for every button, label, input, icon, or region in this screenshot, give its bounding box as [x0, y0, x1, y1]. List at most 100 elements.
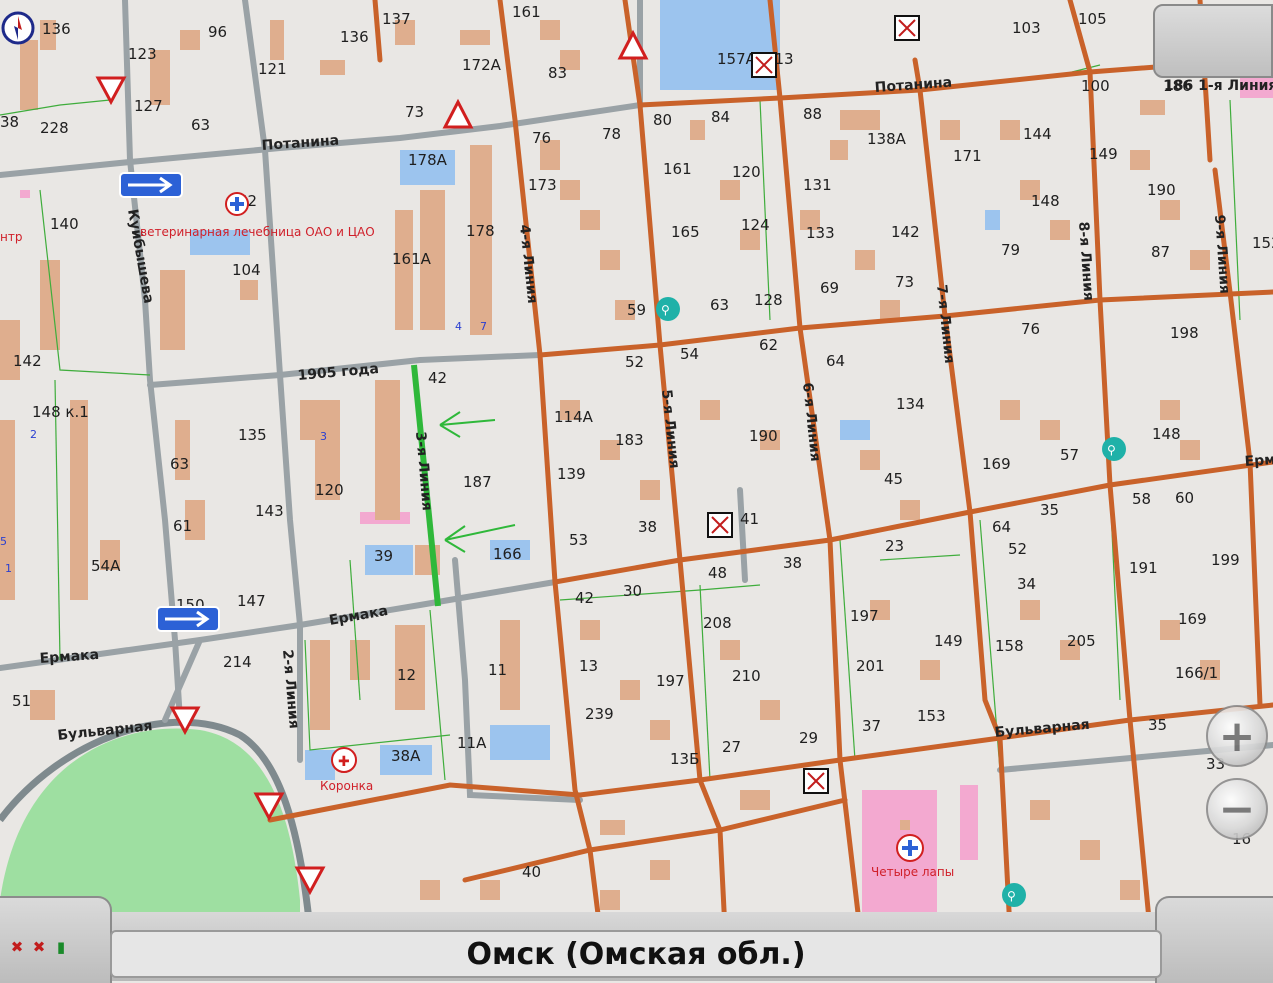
building-block: [720, 180, 740, 200]
house-number: 131: [803, 176, 832, 194]
house-number: 172А: [462, 56, 502, 74]
house-number: 148 к.1: [32, 403, 89, 421]
house-number: 78: [602, 125, 621, 143]
house-number: 27: [722, 738, 741, 756]
building-block: [600, 890, 620, 910]
building-block: [620, 680, 640, 700]
building-block: [270, 20, 284, 60]
entrance-number: 7: [480, 320, 487, 333]
building-block: [310, 640, 330, 730]
building-block: [180, 30, 200, 50]
house-number: 187: [463, 473, 492, 491]
house-number: 62: [759, 336, 778, 354]
pharmacy-cross-icon: [896, 834, 924, 862]
building-block: [900, 820, 910, 830]
building-block: [0, 320, 20, 380]
house-number: 158: [995, 637, 1024, 655]
house-number: 165: [671, 223, 700, 241]
zoom-out-button[interactable]: −: [1206, 778, 1268, 840]
house-number: 30: [623, 582, 642, 600]
house-number: 124: [741, 216, 770, 234]
house-number: 214: [223, 653, 252, 671]
building-block: [1130, 150, 1150, 170]
house-number: 100: [1081, 77, 1110, 95]
building-block: [460, 30, 490, 45]
house-number: 186: [1163, 77, 1192, 95]
house-number: 59: [627, 301, 646, 319]
house-number: 140: [50, 215, 79, 233]
building-block: [350, 640, 370, 680]
building-block: [700, 400, 720, 420]
building-block: [470, 145, 492, 335]
house-number: 121: [258, 60, 287, 78]
building-block: [650, 720, 670, 740]
building-block: [1160, 620, 1180, 640]
house-number: 41: [740, 510, 759, 528]
poi-label-vet: ветеринарная лечебница ОАО и ЦАО: [140, 225, 375, 239]
house-number: 63: [170, 455, 189, 473]
house-number: 34: [1017, 575, 1036, 593]
building-block: [880, 300, 900, 320]
house-number: 63: [191, 116, 210, 134]
house-number: 58: [1132, 490, 1151, 508]
building-block: [70, 400, 88, 600]
house-number: 139: [557, 465, 586, 483]
house-number: 96: [208, 23, 227, 41]
house-number: 40: [522, 863, 541, 881]
building-block: [540, 20, 560, 40]
house-number: 61: [173, 517, 192, 535]
building-block: [650, 860, 670, 880]
top-right-panel-button[interactable]: [1153, 4, 1273, 78]
house-number: 138А: [867, 130, 907, 148]
building-block: [1000, 120, 1020, 140]
house-number: 149: [934, 632, 963, 650]
house-number: 35: [1148, 716, 1167, 734]
entrance-number: 4: [455, 320, 462, 333]
house-number: 114А: [554, 408, 594, 426]
building-block: [1180, 440, 1200, 460]
building-block: [900, 500, 920, 520]
pharmacy-cross-icon: [225, 192, 249, 216]
building-block: [690, 120, 705, 140]
building-block: [1120, 880, 1140, 900]
house-number: 143: [255, 502, 284, 520]
house-number: 147: [237, 592, 266, 610]
house-number: 13Б: [670, 750, 699, 768]
building-block: [1140, 100, 1165, 115]
compass-icon[interactable]: [1, 11, 35, 45]
house-number: 205: [1067, 632, 1096, 650]
building-block: [480, 880, 500, 900]
railway-crossing-icon: [803, 768, 829, 794]
svg-text:⚲: ⚲: [1007, 889, 1016, 903]
house-number: 54: [680, 345, 699, 363]
house-number: 76: [1021, 320, 1040, 338]
status-right-panel[interactable]: [1155, 896, 1273, 983]
house-number: 83: [548, 64, 567, 82]
city-name-bar[interactable]: Омск (Омская обл.): [110, 930, 1162, 978]
house-number: 136: [42, 20, 71, 38]
house-number: 38: [638, 518, 657, 536]
house-number: 45: [884, 470, 903, 488]
building-block: [860, 450, 880, 470]
building-block: [40, 260, 60, 350]
building-block: [1050, 220, 1070, 240]
svg-text:⚲: ⚲: [661, 303, 670, 317]
house-number: 136: [340, 28, 369, 46]
house-number: 57: [1060, 446, 1079, 464]
zoom-in-button[interactable]: +: [1206, 705, 1268, 767]
building-block: [395, 210, 413, 330]
house-number: 127: [134, 97, 163, 115]
house-number: 13: [579, 657, 598, 675]
poi-label-chetyre-lapy: Четыре лапы: [871, 865, 954, 879]
poi-label-vet-left: нтр: [0, 230, 22, 244]
house-number: 166: [493, 545, 522, 563]
house-number: 239: [585, 705, 614, 723]
house-number: 210: [732, 667, 761, 685]
building-block: [580, 620, 600, 640]
house-number: 52: [1008, 540, 1027, 558]
house-number: 37: [862, 717, 881, 735]
map-canvas[interactable]: Потанина Потанина Куйбышева 1905 года Ер…: [0, 0, 1273, 981]
house-number: 48: [708, 564, 727, 582]
house-number: 38: [783, 554, 802, 572]
house-number: 38: [0, 113, 19, 131]
